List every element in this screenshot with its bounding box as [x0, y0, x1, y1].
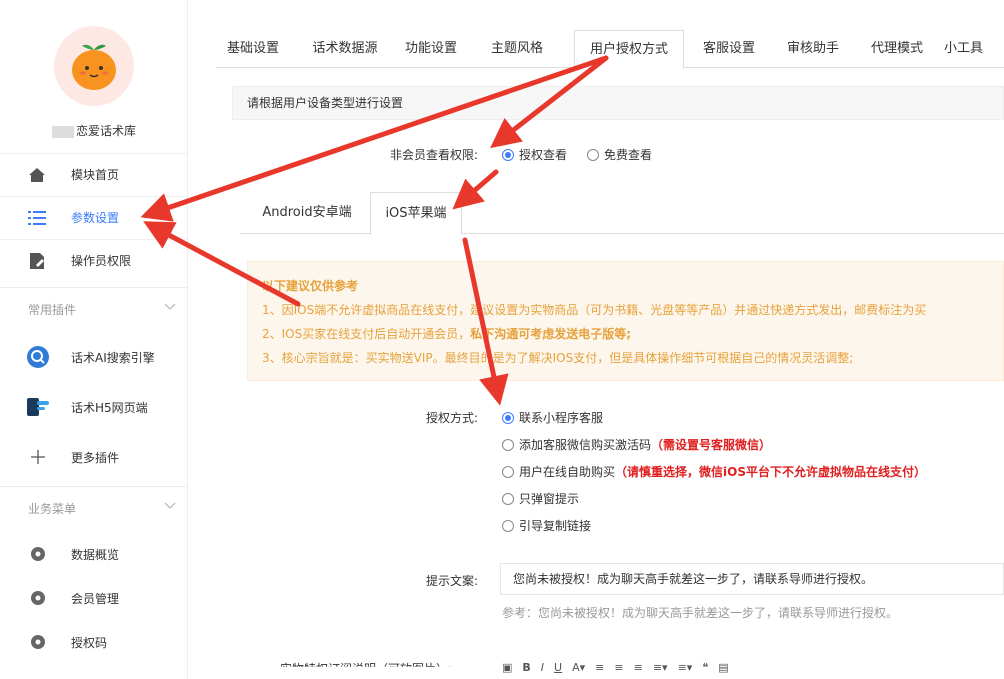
rich-editor-toolbar: ▣ B I U A▾ ≡ ≡ ≡ ≡▾ ≡▾ ❝ ▤ — [502, 656, 1004, 679]
app-name: 恋爱话术库 — [0, 122, 188, 139]
gear-icon — [25, 541, 51, 567]
file-edit-icon — [27, 251, 47, 271]
radio-indicator[interactable] — [502, 466, 514, 478]
list-icon — [27, 208, 47, 228]
plugin-item-label: 话术AI搜索引擎 — [71, 350, 155, 365]
tip-text-hint: 参考：您尚未被授权！成为聊天高手就差这一步了，请联系导师进行授权。 — [502, 606, 899, 620]
chevron-down-icon — [164, 300, 176, 314]
html-icon[interactable]: ▣ — [502, 661, 512, 674]
gear-icon — [25, 629, 51, 655]
tab-ios[interactable]: iOS苹果端 — [370, 192, 462, 235]
tab-android[interactable]: Android安卓端 — [252, 192, 362, 234]
underline-icon[interactable]: U — [554, 661, 562, 674]
sidebar-item-operators[interactable]: 操作员权限 — [0, 239, 188, 281]
sidebar-item-settings[interactable]: 参数设置 — [0, 196, 188, 238]
top-tab-bar: 基础设置 话术数据源 功能设置 主题风格 用户授权方式 客服设置 审核助手 代理… — [216, 30, 1004, 69]
tab-basic[interactable]: 基础设置 — [216, 30, 290, 68]
radio-auth-popup-only[interactable]: 只弹窗提示 — [502, 490, 579, 507]
notice-title: 以下建议仅供参考 — [262, 279, 359, 293]
h5-web-icon — [25, 394, 51, 420]
main-content: 基础设置 话术数据源 功能设置 主题风格 用户授权方式 客服设置 审核助手 代理… — [188, 0, 1004, 679]
group-business[interactable]: 业务菜单 — [0, 486, 188, 530]
gear-icon — [25, 585, 51, 611]
group-title-label: 业务菜单 — [28, 502, 77, 516]
notice-line-3: 3、核心宗旨就是：买实物送VIP。最终目的是为了解决IOS支付，但是具体操作细节… — [262, 351, 854, 365]
nonmember-label: 非会员查看权限: — [389, 148, 478, 162]
device-tab-bar: Android安卓端 iOS苹果端 — [240, 192, 1004, 235]
tab-theme[interactable]: 主题风格 — [480, 30, 554, 68]
subscription-desc-label: 实物特权订阅说明（可放图片）: — [280, 662, 453, 676]
radio-auth-wechat-code[interactable]: 添加客服微信购买激活码（需设置号客服微信） — [502, 436, 771, 453]
plugin-item-label: 话术H5网页端 — [71, 400, 148, 415]
sidebar-item-label: 参数设置 — [71, 211, 120, 225]
app-logo — [54, 26, 134, 106]
align-center-icon[interactable]: ≡ — [614, 661, 623, 674]
plugin-item-h5[interactable]: 话术H5网页端 — [0, 383, 188, 431]
tab-agent[interactable]: 代理模式 — [860, 30, 934, 68]
radio-indicator[interactable] — [502, 493, 514, 505]
sidebar-item-label: 操作员权限 — [71, 254, 132, 268]
chevron-down-icon — [164, 499, 176, 513]
radio-indicator[interactable] — [502, 520, 514, 532]
bold-icon[interactable]: B — [522, 661, 530, 674]
business-item-authcode[interactable]: 授权码 — [0, 620, 188, 664]
tip-text-input[interactable]: 您尚未被授权！成为聊天高手就差这一步了，请联系导师进行授权。 — [500, 563, 1004, 595]
tab-service[interactable]: 客服设置 — [692, 30, 766, 68]
radio-indicator[interactable] — [587, 149, 599, 161]
tab-user-auth[interactable]: 用户授权方式 — [574, 30, 684, 69]
radio-auth-self-purchase[interactable]: 用户在线自助购买（请慎重选择，微信iOS平台下不允许虚拟物品在线支付） — [502, 463, 926, 480]
tab-data-source[interactable]: 话术数据源 — [302, 30, 388, 68]
radio-indicator[interactable] — [502, 412, 514, 424]
orange-mascot-icon — [72, 44, 116, 90]
notice-line-2: 2、IOS买家在线支付后自动开通会员，私下沟通可考虑发送电子版等; — [262, 327, 632, 341]
italic-icon[interactable]: I — [541, 661, 544, 674]
plus-icon — [25, 444, 51, 470]
notice-box: 以下建议仅供参考 1、因IOS端不允许虚拟商品在线支付，建议设置为实物商品（可为… — [247, 261, 1004, 381]
tip-text-label: 提示文案: — [425, 574, 478, 588]
image-icon[interactable]: ▤ — [718, 661, 728, 674]
business-item-label: 数据概览 — [71, 547, 120, 562]
quote-icon[interactable]: ❝ — [702, 661, 708, 674]
plugin-item-label: 更多插件 — [71, 450, 120, 465]
tab-review[interactable]: 审核助手 — [776, 30, 850, 68]
business-item-label: 授权码 — [71, 635, 108, 650]
search-ai-icon — [25, 344, 51, 370]
home-icon — [27, 165, 47, 185]
radio-authorized-view[interactable]: 授权查看 — [502, 146, 567, 163]
sidebar-item-label: 模块首页 — [71, 168, 120, 182]
business-item-label: 会员管理 — [71, 591, 120, 606]
list-unordered-icon[interactable]: ≡▾ — [678, 661, 693, 674]
auth-method-label: 授权方式: — [425, 411, 478, 425]
sidebar: 恋爱话术库 模块首页 参数设置 操作员权限 常用插件 话术AI搜索引擎 话术H5… — [0, 0, 188, 679]
notice-line-1: 1、因IOS端不允许虚拟商品在线支付，建议设置为实物商品（可为书籍、光盘等等产品… — [262, 303, 927, 317]
radio-auth-contact-service[interactable]: 联系小程序客服 — [502, 409, 603, 426]
plugin-item-ai-search[interactable]: 话术AI搜索引擎 — [0, 333, 188, 381]
business-item-members[interactable]: 会员管理 — [0, 576, 188, 620]
sidebar-item-home[interactable]: 模块首页 — [0, 153, 188, 195]
list-ordered-icon[interactable]: ≡▾ — [653, 661, 668, 674]
tab-tools[interactable]: 小工具 — [944, 30, 1004, 68]
redacted-block — [51, 125, 74, 138]
align-right-icon[interactable]: ≡ — [634, 661, 643, 674]
radio-free-view[interactable]: 免费查看 — [587, 146, 652, 163]
group-plugins[interactable]: 常用插件 — [0, 287, 188, 331]
plugin-item-more[interactable]: 更多插件 — [0, 433, 188, 481]
business-item-overview[interactable]: 数据概览 — [0, 532, 188, 576]
group-title-label: 常用插件 — [28, 303, 77, 317]
font-color-icon[interactable]: A▾ — [572, 661, 585, 674]
radio-auth-copy-link[interactable]: 引导复制链接 — [502, 517, 591, 534]
radio-indicator[interactable] — [502, 439, 514, 451]
align-left-icon[interactable]: ≡ — [595, 661, 604, 674]
panel-header: 请根据用户设备类型进行设置 — [232, 86, 1004, 120]
tab-features[interactable]: 功能设置 — [394, 30, 468, 68]
radio-indicator[interactable] — [502, 149, 514, 161]
